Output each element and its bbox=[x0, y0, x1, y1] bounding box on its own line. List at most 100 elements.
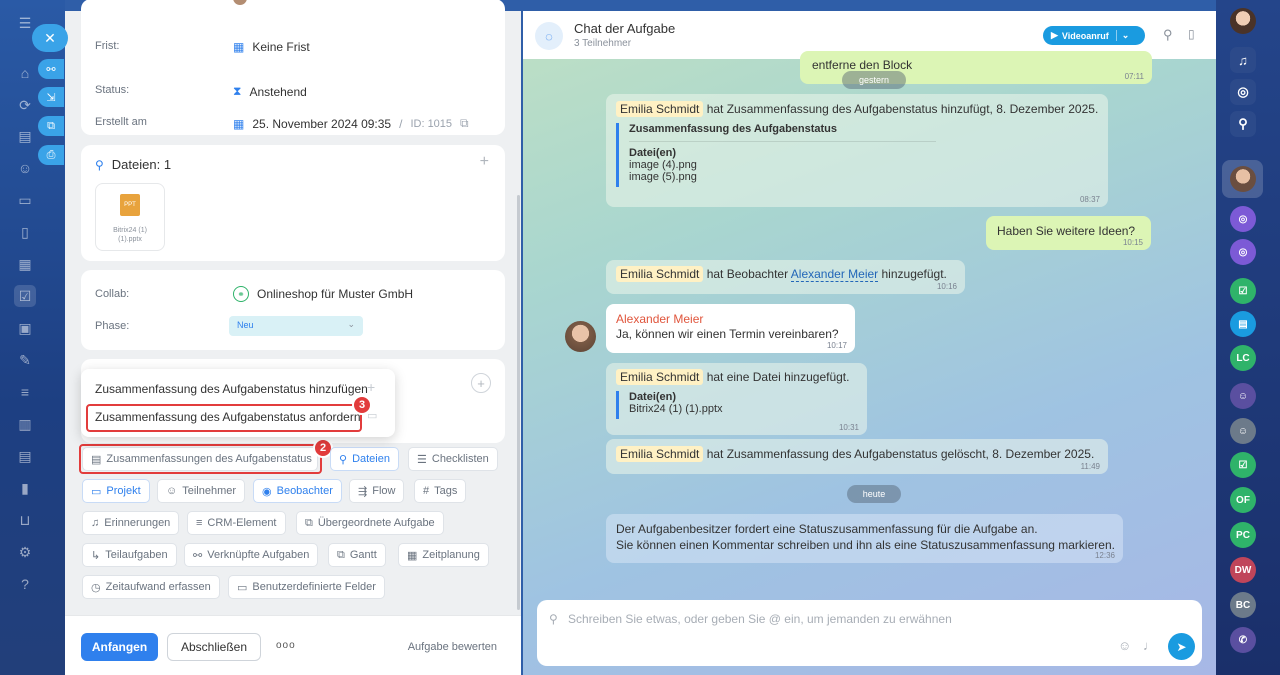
paperclip-icon[interactable]: ⚲ bbox=[549, 612, 558, 626]
chip-parent-task[interactable]: ⧉ Übergeordnete Aufgabe bbox=[296, 511, 444, 535]
chat-initials-dw[interactable]: DW bbox=[1230, 557, 1256, 583]
target-icon[interactable]: ◎ bbox=[1230, 79, 1256, 105]
close-icon[interactable]: ✕ bbox=[32, 24, 68, 52]
collab-label: Collab: bbox=[95, 288, 130, 300]
chip-linked-tasks[interactable]: ⚯ Verknüpfte Aufgaben bbox=[184, 543, 319, 567]
chat-tasks-icon[interactable]: ☑ bbox=[1230, 278, 1256, 304]
chip-reminders[interactable]: ♫ Erinnerungen bbox=[82, 511, 180, 535]
help-icon[interactable]: ? bbox=[14, 573, 36, 595]
day-divider-today: heute bbox=[847, 485, 901, 503]
filter-icon[interactable]: ≡ bbox=[14, 381, 36, 403]
home-icon[interactable]: ⌂ bbox=[14, 62, 36, 84]
edit-icon[interactable]: ✎ bbox=[14, 349, 36, 371]
chip-subtasks[interactable]: ↳ Teilaufgaben bbox=[82, 543, 177, 567]
observer-link[interactable]: Alexander Meier bbox=[790, 267, 879, 282]
paperclip-icon: ⚲ bbox=[95, 157, 104, 172]
activity-icon[interactable]: ⟳ bbox=[14, 94, 36, 116]
chip-time-tracking[interactable]: ◷ Zeitaufwand erfassen bbox=[82, 575, 220, 599]
file-icon[interactable]: ▯ bbox=[14, 221, 36, 243]
search-icon[interactable]: ⚲ bbox=[1163, 27, 1173, 43]
phone-icon[interactable]: ✆ bbox=[1230, 627, 1256, 653]
chip-tags[interactable]: # Tags bbox=[414, 479, 467, 503]
document-icon[interactable]: ▤ bbox=[14, 125, 36, 147]
file-tile[interactable]: PPT Bitrix24 (1) (1).pptx bbox=[95, 183, 165, 251]
sidebar-toggle-icon[interactable]: ▯ bbox=[1188, 27, 1195, 41]
chip-checklists[interactable]: ☰ Checklisten bbox=[408, 447, 498, 471]
user-avatar[interactable] bbox=[1230, 8, 1256, 34]
user-mention[interactable]: Emilia Schmidt bbox=[616, 101, 704, 117]
message-system-7[interactable]: Der Aufgabenbesitzer fordert eine Status… bbox=[606, 514, 1123, 563]
add-summary-icon[interactable]: + bbox=[471, 373, 491, 393]
calendar-icon: ▦ bbox=[233, 40, 245, 54]
chip-gantt[interactable]: ⧉ Gantt bbox=[328, 543, 386, 567]
board-icon[interactable]: ▦ bbox=[14, 253, 36, 275]
files-card: ⚲ Dateien: 1 + PPT Bitrix24 (1) (1).pptx bbox=[81, 145, 505, 261]
start-button[interactable]: Anfangen bbox=[81, 633, 158, 661]
settings-icon[interactable]: ⚙ bbox=[14, 541, 36, 563]
chip-files[interactable]: ⚲ Dateien bbox=[330, 447, 399, 471]
tasks-icon[interactable]: ☑ bbox=[14, 285, 36, 307]
chat-avatar-active[interactable] bbox=[1230, 166, 1256, 192]
message-input[interactable]: Schreiben Sie etwas, oder geben Sie @ ei… bbox=[568, 612, 1168, 626]
message-system-3[interactable]: Emilia Schmidt hat Beobachter Alexander … bbox=[606, 260, 965, 294]
list-icon[interactable]: ▤ bbox=[14, 445, 36, 467]
add-file-icon[interactable]: + bbox=[480, 153, 489, 171]
chip-custom-fields[interactable]: ▭ Benutzerdefinierte Felder bbox=[228, 575, 385, 599]
chat-avatar[interactable]: ☺ bbox=[1230, 383, 1256, 409]
card-icon[interactable]: ▭ bbox=[14, 189, 36, 211]
print-icon[interactable]: ⎙ bbox=[38, 145, 64, 165]
message-system-6[interactable]: Emilia Schmidt hat Zusammenfassung des A… bbox=[606, 439, 1108, 474]
store-icon[interactable]: ▥ bbox=[14, 413, 36, 435]
user-mention[interactable]: Emilia Schmidt bbox=[616, 369, 704, 385]
plus-icon: + bbox=[367, 379, 376, 395]
message-system-1[interactable]: Emilia Schmidt hat Zusammenfassung des A… bbox=[606, 94, 1108, 207]
chat-messages-icon[interactable]: ▤ bbox=[1230, 311, 1256, 337]
chip-participants[interactable]: ☺ Teilnehmer bbox=[157, 479, 246, 503]
emoji-icon[interactable]: ☺ bbox=[1118, 638, 1131, 653]
chip-crm[interactable]: ≡ CRM-Element bbox=[187, 511, 286, 535]
chat-initials-of[interactable]: OF bbox=[1230, 487, 1256, 513]
chip-scheduling[interactable]: ▦ Zeitplanung bbox=[398, 543, 489, 567]
send-icon[interactable]: ➤ bbox=[1168, 633, 1195, 660]
cart-icon[interactable]: ⊔ bbox=[14, 509, 36, 531]
microphone-icon[interactable]: ♩ bbox=[1143, 638, 1156, 653]
finish-button[interactable]: Abschließen bbox=[167, 633, 261, 661]
message-alexander-4[interactable]: Alexander Meier Ja, können wir einen Ter… bbox=[606, 304, 855, 353]
collab-value[interactable]: ⚭ Onlineshop für Muster GmbH bbox=[233, 286, 413, 302]
message-own-2[interactable]: Haben Sie weitere Ideen? 10:15 bbox=[986, 216, 1151, 250]
message-composer: ⚲ Schreiben Sie etwas, oder geben Sie @ … bbox=[537, 600, 1202, 666]
download-icon[interactable]: ⇲ bbox=[38, 87, 64, 107]
rate-task-link[interactable]: Aufgabe bewerten bbox=[408, 641, 497, 653]
contacts-icon[interactable]: ☺ bbox=[14, 157, 36, 179]
chat-copilot-icon-2[interactable]: ◎ bbox=[1230, 239, 1256, 265]
chat-initials-lc[interactable]: LC bbox=[1230, 345, 1256, 371]
chat-tasks-icon[interactable]: ☑ bbox=[1230, 452, 1256, 478]
chat-initials-bc[interactable]: BC bbox=[1230, 592, 1256, 618]
analytics-icon[interactable]: ▮ bbox=[14, 477, 36, 499]
chip-flow[interactable]: ⇶ Flow bbox=[349, 479, 405, 503]
chat-participants-count[interactable]: 3 Teilnehmer bbox=[574, 38, 631, 49]
calendar-icon[interactable]: ▣ bbox=[14, 317, 36, 339]
chip-project[interactable]: ▭ Projekt bbox=[82, 479, 150, 503]
created-label: Erstellt am bbox=[95, 116, 147, 128]
video-call-button[interactable]: ▶ Videoanruf ⌄ bbox=[1043, 26, 1145, 45]
chat-copilot-icon[interactable]: ◎ bbox=[1230, 206, 1256, 232]
deadline-value[interactable]: ▦ Keine Frist bbox=[233, 40, 310, 54]
link-icon[interactable]: ⚯ bbox=[38, 59, 64, 79]
more-icon[interactable]: ooo bbox=[276, 640, 296, 651]
menu-item-add-summary[interactable]: Zusammenfassung des Aufgabenstatus hinzu… bbox=[95, 382, 368, 396]
chip-observers[interactable]: ◉ Beobachter bbox=[253, 479, 342, 503]
copy-icon[interactable]: ⧉ bbox=[460, 116, 469, 131]
calendar-edit-icon: ▦ bbox=[233, 116, 245, 131]
user-mention[interactable]: Emilia Schmidt bbox=[616, 446, 704, 462]
message-system-5[interactable]: Emilia Schmidt hat eine Datei hinzugefüg… bbox=[606, 363, 867, 435]
notifications-icon[interactable]: ♫ bbox=[1230, 47, 1256, 73]
avatar[interactable] bbox=[565, 321, 596, 352]
chat-initials-pc[interactable]: PC bbox=[1230, 522, 1256, 548]
phase-select[interactable]: Neu ⌄ bbox=[229, 316, 363, 336]
search-icon[interactable]: ⚲ bbox=[1230, 111, 1256, 137]
panel-scrollbar[interactable] bbox=[517, 195, 520, 610]
chat-avatar[interactable]: ☺ bbox=[1230, 418, 1256, 444]
user-mention[interactable]: Emilia Schmidt bbox=[616, 266, 704, 282]
open-new-icon[interactable]: ⧉ bbox=[38, 116, 64, 136]
